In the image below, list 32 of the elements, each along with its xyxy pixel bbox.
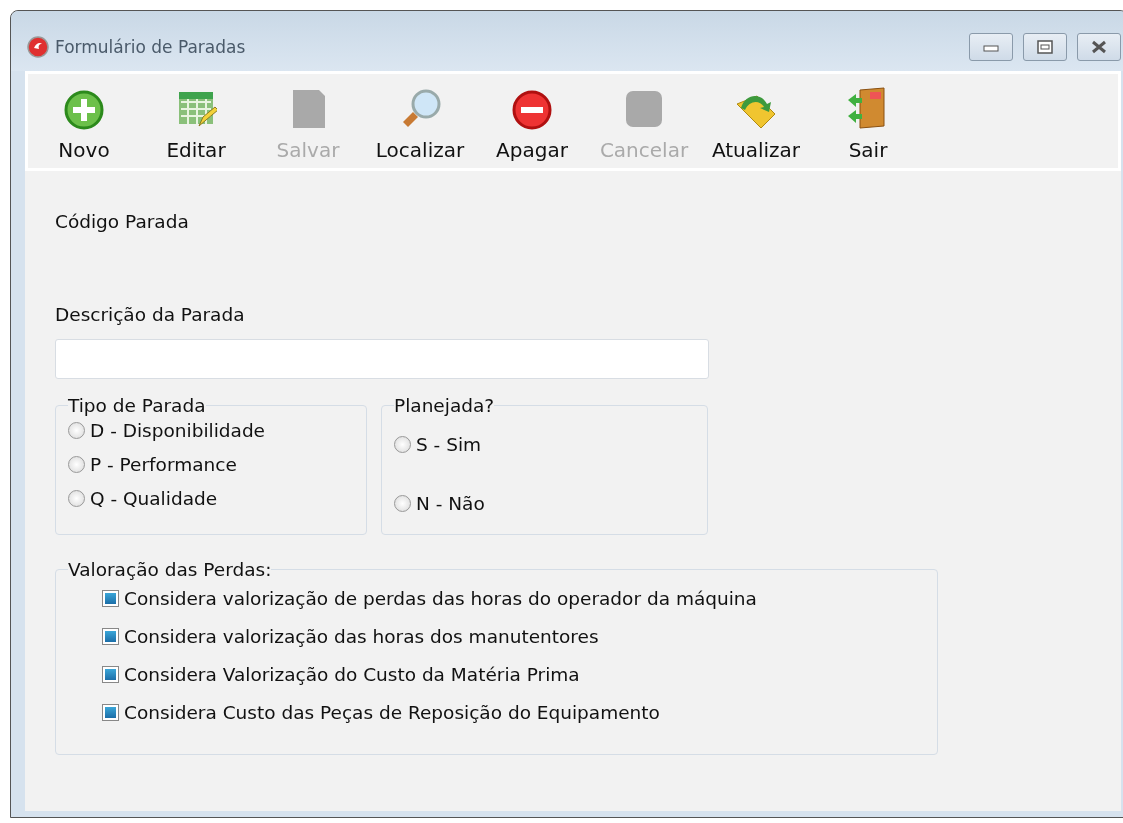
close-icon — [1090, 40, 1108, 54]
toolbar-button[interactable]: Editar — [140, 88, 252, 162]
minimize-button[interactable] — [969, 33, 1013, 61]
minimize-icon — [983, 42, 999, 52]
toolbar-button[interactable]: Atualizar — [700, 88, 812, 162]
toolbar-button[interactable]: Novo — [28, 90, 140, 162]
toolbar-button[interactable]: Sair — [812, 86, 924, 162]
radio-option[interactable]: Q - Qualidade — [68, 488, 352, 509]
window-title: Formulário de Paradas — [55, 37, 247, 57]
plus-icon — [64, 90, 104, 130]
maximize-button[interactable] — [1023, 33, 1067, 61]
radio-option[interactable]: N - Não — [394, 493, 693, 514]
close-button[interactable] — [1077, 33, 1121, 61]
group-title: Valoração das Perdas: — [68, 559, 272, 580]
checkbox-option[interactable]: Considera Valorização do Custo da Matéria Prima — [102, 664, 923, 685]
checkbox-option[interactable]: Considera valorização das horas dos manutentores — [102, 626, 923, 647]
radio-option[interactable]: S - Sim — [394, 434, 693, 455]
toolbar-button[interactable]: Apagar — [476, 90, 588, 162]
square-icon — [623, 88, 665, 130]
app-icon — [27, 36, 49, 58]
minus-icon — [512, 90, 552, 130]
checkbox-option[interactable]: Considera Custo das Peças de Reposição do Equipamento — [102, 702, 923, 723]
group-title: Planejada? — [394, 395, 495, 416]
group-title: Tipo de Parada — [68, 395, 206, 416]
checkbox-option[interactable]: Considera valorização de perdas das horas do operador da máquina — [102, 588, 923, 609]
input-field[interactable] — [55, 339, 709, 379]
radio-option[interactable]: D - Disponibilidade — [68, 420, 352, 441]
toolbar-button[interactable]: Localizar — [364, 88, 476, 162]
field-label: Descrição da Parada — [55, 304, 246, 325]
radio-option[interactable]: P - Performance — [68, 454, 352, 475]
field-label: Código Parada — [55, 211, 190, 232]
maximize-icon — [1037, 40, 1053, 54]
